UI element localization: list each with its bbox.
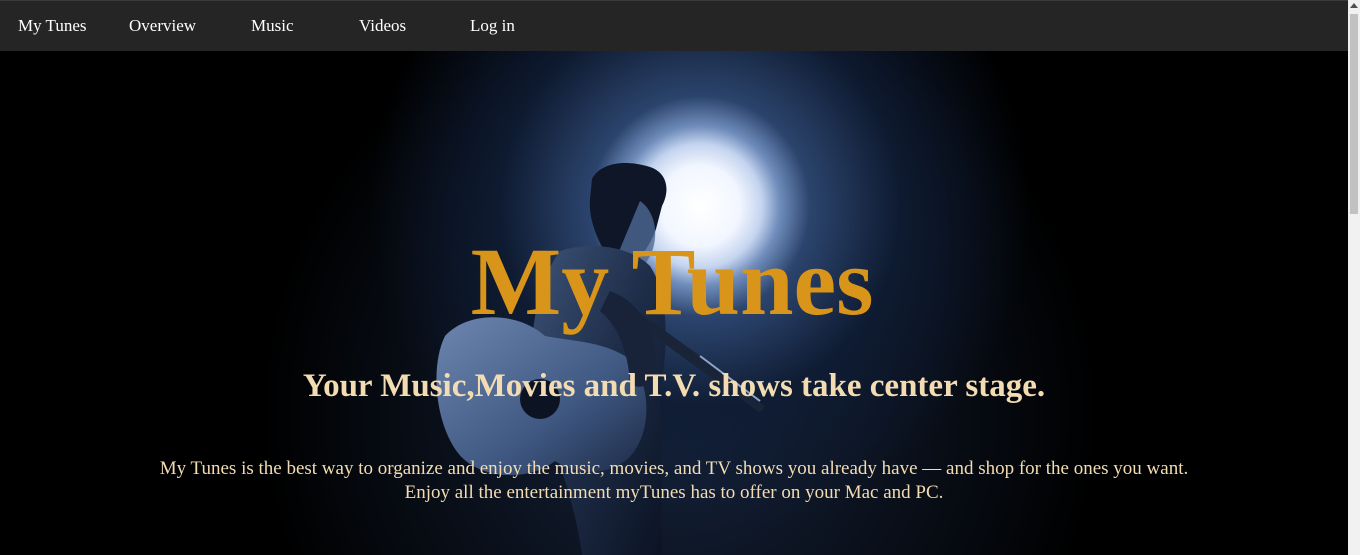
hero-description-line-1: My Tunes is the best way to organize and…: [159, 458, 1189, 479]
nav-item-log-in[interactable]: Log in: [470, 16, 515, 36]
nav-item-videos[interactable]: Videos: [359, 16, 406, 36]
nav-item-music[interactable]: Music: [251, 16, 294, 36]
hero-subtitle: Your Music,Movies and T.V. shows take ce…: [302, 368, 1046, 404]
vertical-scrollbar[interactable]: [1348, 0, 1360, 555]
hero-title: My Tunes: [0, 232, 1348, 332]
nav-brand-link[interactable]: My Tunes: [18, 16, 87, 36]
page: My Tunes Overview Music Videos Log in My…: [0, 0, 1360, 555]
scrollbar-thumb[interactable]: [1350, 14, 1358, 214]
hero-description: My Tunes is the best way to organize and…: [0, 457, 1348, 505]
top-navbar: My Tunes Overview Music Videos Log in: [0, 0, 1348, 51]
hero-description-line-2: Enjoy all the entertainment myTunes has …: [404, 482, 944, 503]
scroll-up-arrow-icon[interactable]: [1350, 3, 1358, 8]
hero-section: My Tunes Your Music,Movies and T.V. show…: [0, 51, 1348, 555]
hero-title-text: My Tunes: [470, 228, 874, 335]
nav-item-overview[interactable]: Overview: [129, 16, 196, 36]
